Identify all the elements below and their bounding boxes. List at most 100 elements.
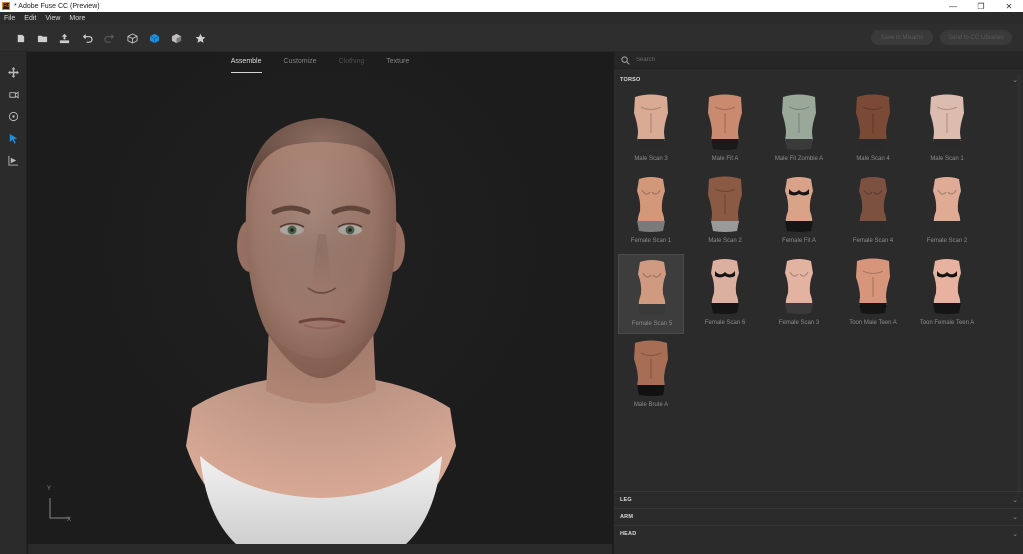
camera-icon[interactable]: [7, 88, 20, 101]
section-leg-label: LEG: [620, 496, 632, 503]
torso-item[interactable]: Toon Male Teen A: [840, 254, 906, 334]
menu-bar: File Edit View More: [0, 12, 1023, 24]
window-title: * Adobe Fuse CC (Preview): [14, 2, 100, 10]
torso-thumbnail: [785, 259, 813, 314]
torso-thumbnail: [933, 177, 961, 232]
status-bar: [28, 544, 612, 554]
torso-item[interactable]: Male Scan 2: [692, 172, 758, 252]
section-torso-label: TORSO: [620, 77, 641, 83]
orbit-icon[interactable]: [7, 110, 20, 123]
cube-outline-icon[interactable]: [126, 32, 138, 44]
torso-item[interactable]: Male Fit Zombie A: [766, 90, 832, 170]
torso-item[interactable]: Female Scan 2: [914, 172, 980, 252]
torso-item-label: Female Fit A: [782, 238, 816, 244]
torso-item[interactable]: Female Scan 6: [692, 254, 758, 334]
torso-thumbnail: [856, 258, 890, 314]
section-head-label: HEAD: [620, 530, 637, 537]
torso-thumbnail: [782, 94, 816, 150]
torso-thumbnail: [708, 176, 742, 232]
torso-item[interactable]: Male Scan 4: [840, 90, 906, 170]
cube-filled-icon[interactable]: [148, 32, 160, 44]
section-arm[interactable]: ARM ⌄: [614, 508, 1023, 524]
torso-item-label: Male Scan 4: [856, 156, 890, 162]
torso-item-label: Female Scan 4: [852, 238, 894, 244]
torso-item[interactable]: Female Scan 5: [618, 254, 684, 334]
menu-view[interactable]: View: [45, 15, 60, 22]
chevron-down-icon[interactable]: ⌄: [1012, 496, 1018, 504]
section-torso[interactable]: TORSO ⌄: [614, 72, 1023, 88]
menu-file[interactable]: File: [4, 15, 15, 22]
search-bar: [614, 52, 1023, 69]
torso-item-label: Male Brute A: [633, 402, 669, 408]
torso-item-label: Female Scan 6: [704, 320, 746, 326]
torso-item[interactable]: Female Scan 1: [618, 172, 684, 252]
torso-item-label: Female Scan 3: [778, 320, 820, 326]
torso-item-label: Male Fit Zombie A: [774, 156, 824, 162]
torso-thumbnail: [859, 177, 887, 232]
redo-icon[interactable]: [103, 32, 115, 44]
cube-shaded-icon[interactable]: [170, 32, 182, 44]
torso-thumbnail: [785, 177, 813, 232]
send-to-libraries-button[interactable]: Send to CC Libraries: [940, 30, 1012, 45]
minimize-icon[interactable]: —: [939, 0, 967, 12]
torso-thumbnail: [711, 259, 739, 314]
export-icon[interactable]: [58, 32, 70, 44]
app-window: Fu * Adobe Fuse CC (Preview) — ❐ ✕ File …: [0, 0, 1023, 554]
torso-item-label: Male Scan 3: [634, 156, 668, 162]
torso-thumbnail: [638, 260, 666, 315]
close-icon[interactable]: ✕: [995, 0, 1023, 12]
character-head-model[interactable]: [186, 116, 456, 544]
torso-thumbnail: [856, 94, 890, 150]
search-input[interactable]: [636, 57, 996, 63]
torso-item[interactable]: Male Fit A: [692, 90, 758, 170]
star-icon[interactable]: [194, 32, 206, 44]
torso-item[interactable]: Female Fit A: [766, 172, 832, 252]
torso-thumbnail: [634, 340, 668, 396]
restore-icon[interactable]: ❐: [967, 0, 995, 12]
torso-item-label: Toon Female Teen A: [919, 320, 975, 326]
section-leg[interactable]: LEG ⌄: [614, 491, 1023, 507]
section-head[interactable]: HEAD ⌄: [614, 525, 1023, 541]
torso-item-label: Male Fit A: [711, 156, 739, 162]
torso-item-label: Female Scan 1: [630, 238, 672, 244]
panel-scrollbar[interactable]: [1017, 74, 1021, 494]
mode-tabs: Assemble Customize Clothing Texture: [28, 56, 612, 74]
select-arrow-icon[interactable]: [7, 132, 20, 145]
search-icon: [621, 55, 630, 65]
torso-item[interactable]: Male Scan 3: [618, 90, 684, 170]
torso-item[interactable]: Female Scan 3: [766, 254, 832, 334]
undo-icon[interactable]: [81, 32, 93, 44]
torso-item-label: Male Scan 2: [708, 238, 742, 244]
chevron-down-icon[interactable]: ⌄: [1012, 513, 1018, 521]
torso-item-label: Female Scan 2: [926, 238, 968, 244]
new-icon[interactable]: [14, 32, 26, 44]
torso-thumbnail: [930, 94, 964, 150]
tab-clothing[interactable]: Clothing: [339, 56, 365, 73]
3d-viewport[interactable]: Assemble Customize Clothing Texture Y X: [28, 52, 612, 544]
title-bar: Fu * Adobe Fuse CC (Preview) — ❐ ✕: [0, 0, 1023, 12]
menu-more[interactable]: More: [69, 15, 85, 22]
app-logo-icon: Fu: [2, 2, 10, 10]
torso-item-label: Toon Male Teen A: [849, 320, 897, 326]
torso-thumbnail: [634, 94, 668, 150]
torso-thumbnail: [637, 177, 665, 232]
tool-rail: [0, 52, 27, 554]
torso-item[interactable]: Male Scan 1: [914, 90, 980, 170]
torso-item[interactable]: Male Brute A: [618, 336, 684, 416]
axis-x-label: X: [67, 517, 72, 523]
torso-item-label: Female Scan 5: [631, 321, 673, 327]
torso-item[interactable]: Female Scan 4: [840, 172, 906, 252]
tab-assemble[interactable]: Assemble: [230, 56, 262, 73]
save-to-mixamo-button[interactable]: Save to Mixamo: [871, 30, 933, 45]
tab-customize[interactable]: Customize: [284, 56, 317, 73]
torso-thumbnail: [708, 94, 742, 150]
open-icon[interactable]: [36, 32, 48, 44]
chevron-down-icon[interactable]: ⌄: [1012, 530, 1018, 538]
tab-texture[interactable]: Texture: [386, 56, 409, 73]
torso-item[interactable]: Toon Female Teen A: [914, 254, 980, 334]
toolbar: Save to Mixamo Send to CC Libraries: [0, 24, 1023, 52]
animate-icon[interactable]: [7, 154, 20, 167]
torso-thumbnail: [933, 259, 961, 314]
move-icon[interactable]: [7, 66, 20, 79]
menu-edit[interactable]: Edit: [24, 15, 36, 22]
